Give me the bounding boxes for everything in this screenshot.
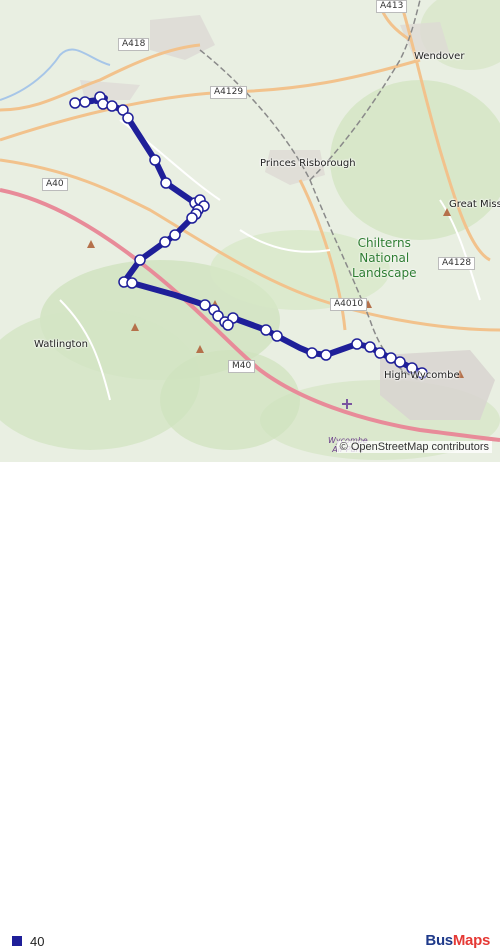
route-color-swatch: [12, 936, 22, 946]
bus-stop-marker[interactable]: [122, 112, 134, 124]
bus-stop-marker[interactable]: [160, 177, 172, 189]
town-label-princes-risborough: Princes Risborough: [260, 158, 356, 169]
road-label-a4129: A4129: [210, 86, 248, 99]
bus-stop-marker[interactable]: [306, 347, 318, 359]
bus-stop-marker[interactable]: [271, 330, 283, 342]
bus-stop-marker[interactable]: [260, 324, 272, 336]
road-label-a413: A413: [376, 0, 408, 13]
road-label-a40: A40: [42, 178, 68, 191]
town-label-wendover: Wendover: [414, 51, 465, 62]
bus-stop-marker[interactable]: [149, 154, 161, 166]
legend-bar: 40 BusMaps: [0, 462, 500, 949]
road-label-a4128: A4128: [438, 257, 476, 270]
bus-stop-marker[interactable]: [134, 254, 146, 266]
map-view[interactable]: A418 A4129 A40 A4010 A4128 M40 A413 Prin…: [0, 0, 500, 462]
bus-stop-marker[interactable]: [169, 229, 181, 241]
town-label-great-missenden: Great Missenden: [449, 199, 500, 210]
bus-stop-marker[interactable]: [351, 338, 363, 350]
road-label-a4010: A4010: [330, 298, 368, 311]
bus-stop-marker[interactable]: [126, 277, 138, 289]
bus-stop-marker[interactable]: [79, 96, 91, 108]
park-label-chilterns: Chilterns National Landscape: [352, 236, 417, 280]
town-label-high-wycombe: High Wycombe: [384, 370, 460, 381]
bus-stop-marker[interactable]: [394, 356, 406, 368]
road-label-a418: A418: [118, 38, 150, 51]
bus-stop-marker[interactable]: [364, 341, 376, 353]
bus-stop-marker[interactable]: [159, 236, 171, 248]
bus-stop-marker[interactable]: [374, 347, 386, 359]
route-label: 40: [30, 934, 45, 949]
bus-stop-marker[interactable]: [320, 349, 332, 361]
bus-stop-marker[interactable]: [69, 97, 81, 109]
bus-stop-marker[interactable]: [186, 212, 198, 224]
map-canvas: [0, 0, 500, 462]
town-label-watlington: Watlington: [34, 339, 88, 350]
bus-stop-marker[interactable]: [222, 319, 234, 331]
bus-stop-marker[interactable]: [106, 100, 118, 112]
busmaps-logo[interactable]: BusMaps: [425, 932, 490, 949]
road-label-m40: M40: [228, 360, 256, 373]
map-attribution[interactable]: © OpenStreetMap contributors: [336, 441, 492, 453]
